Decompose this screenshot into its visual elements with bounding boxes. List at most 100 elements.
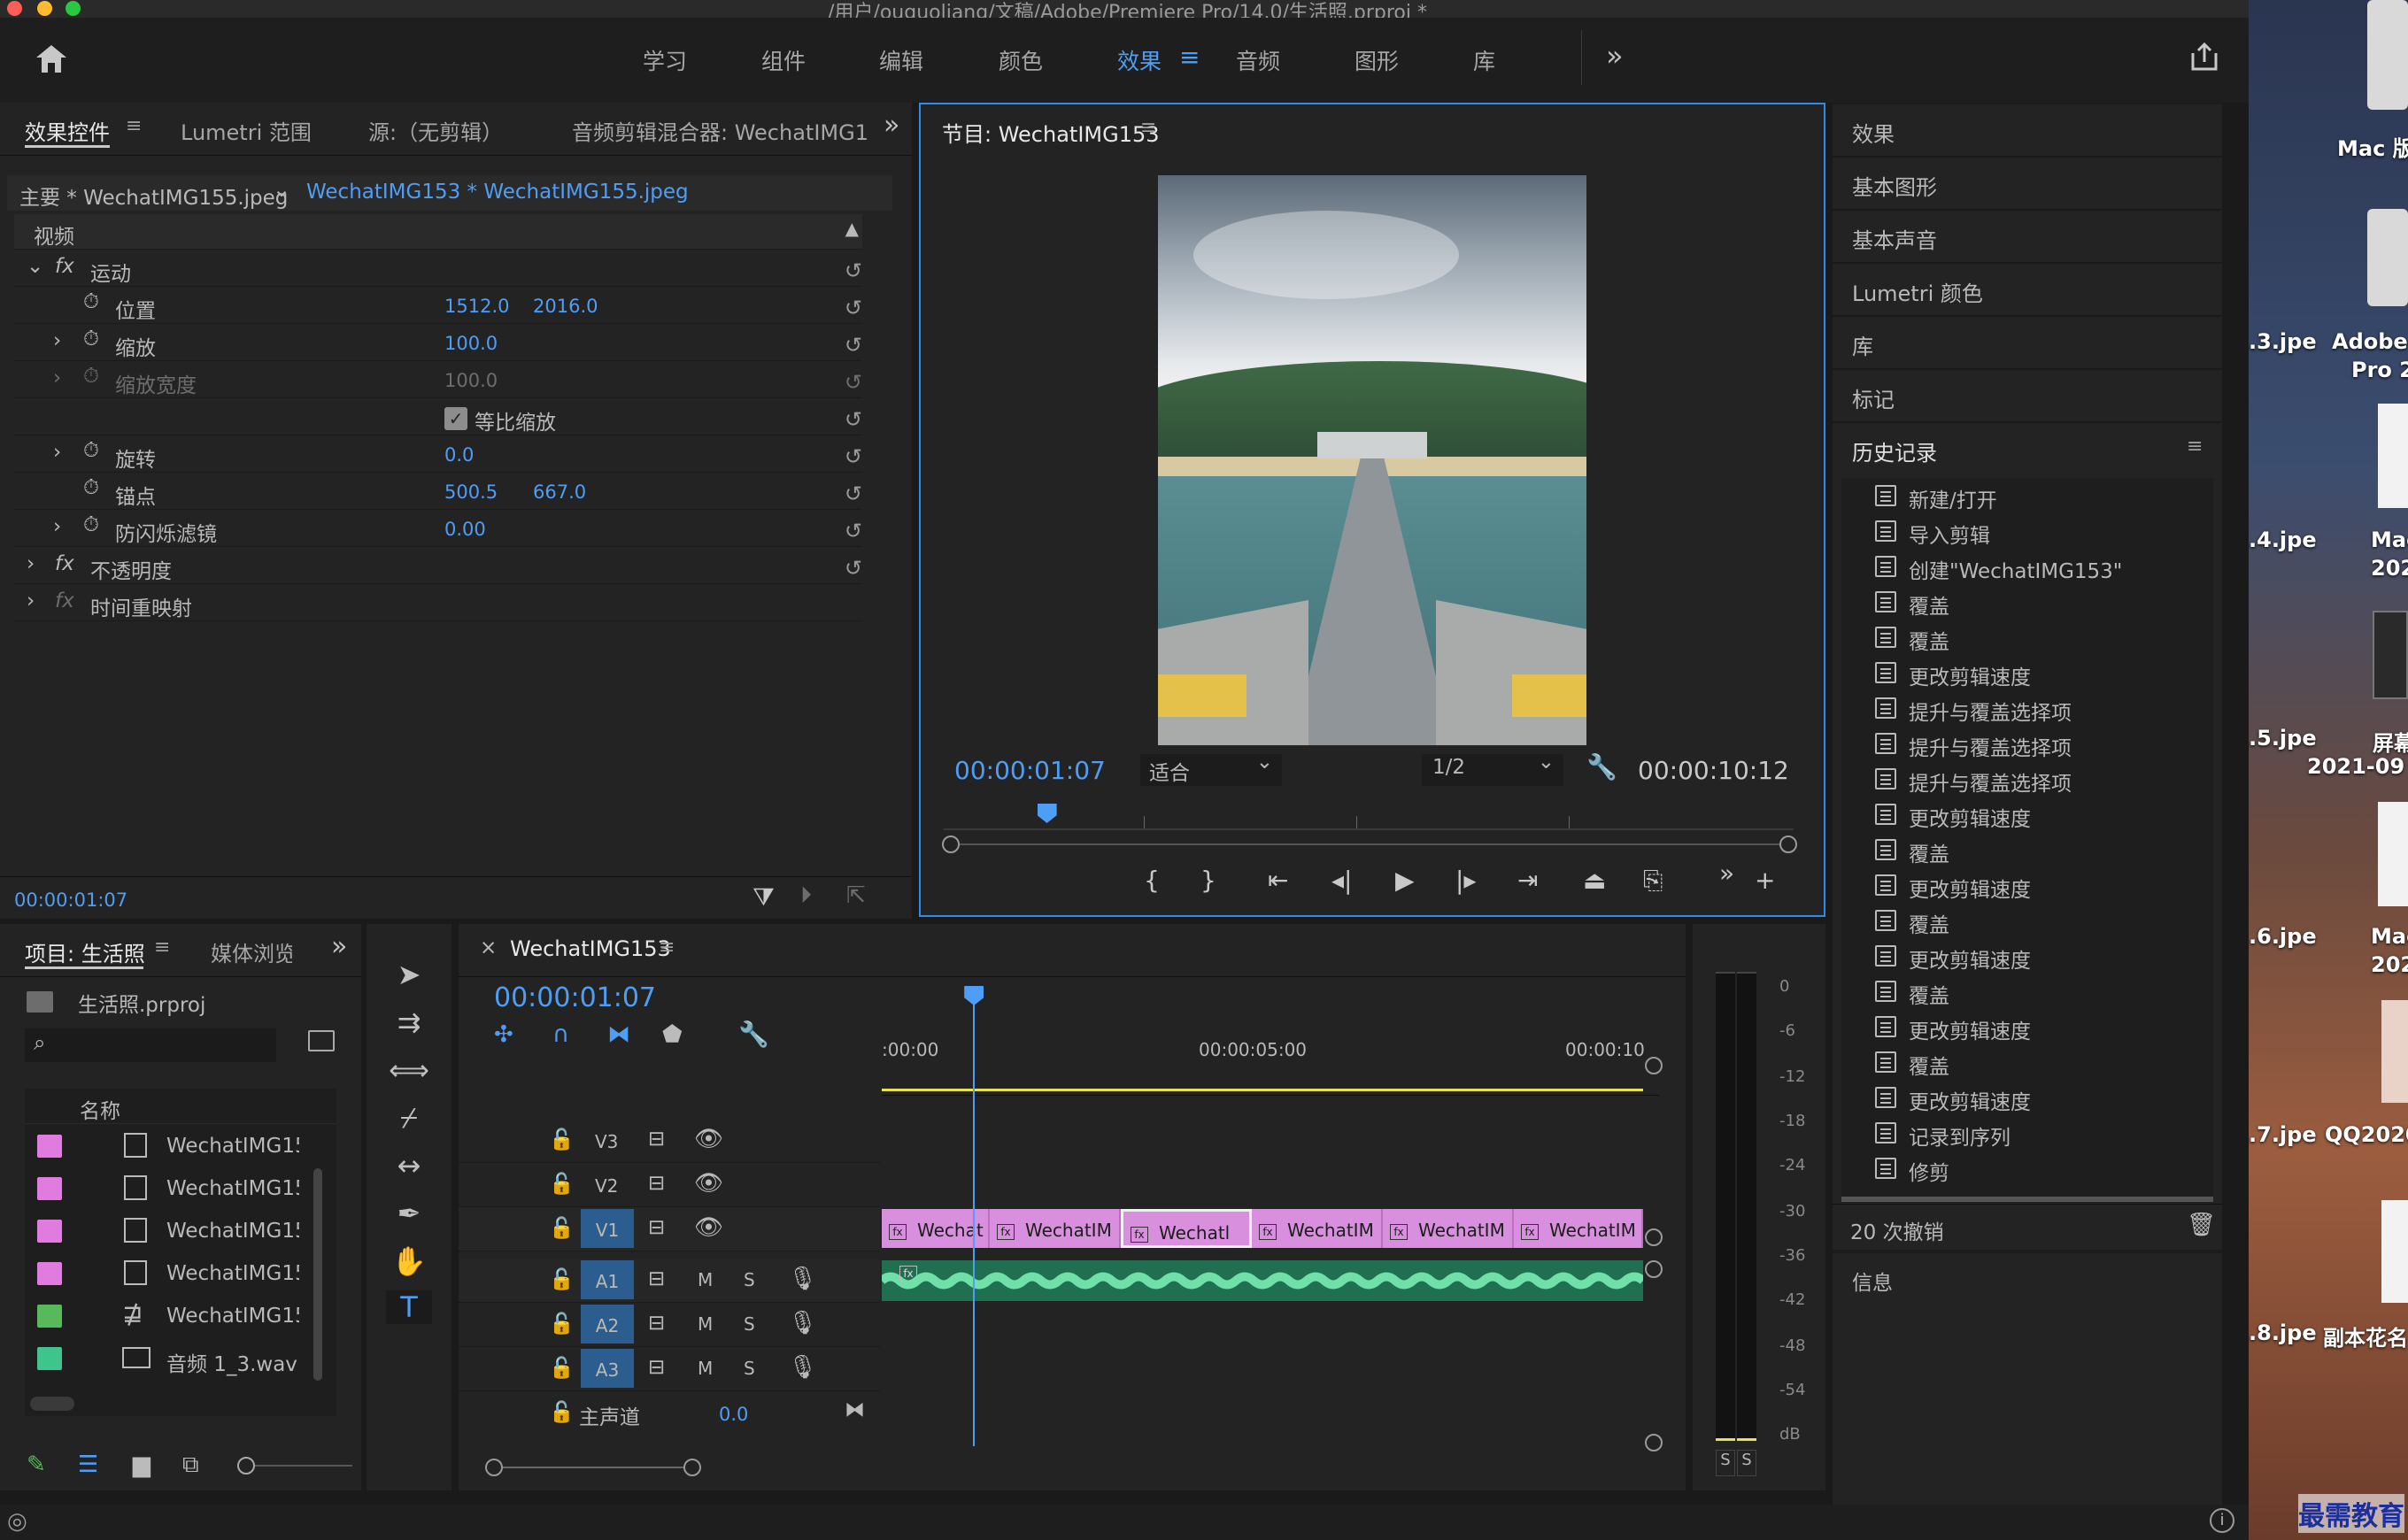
export-icon[interactable]: ⇱ [846,882,866,909]
uniform-scale-checkbox[interactable]: ✓ [444,407,467,430]
video-clip[interactable]: fx WechatIM [1383,1209,1514,1248]
track-scroll-handle[interactable] [1645,1057,1663,1074]
project-item[interactable]: WechatIMG158.jpeg [25,1251,336,1294]
panel-more-icon[interactable]: » [884,110,899,141]
razor-tool-icon[interactable]: ⌿ [386,1101,432,1136]
tab-source[interactable]: 源:（无剪辑） [368,115,503,146]
column-name-header[interactable]: 名称 [80,1094,120,1124]
zoom-window-button[interactable] [66,1,81,16]
rotation-value[interactable]: 0.0 [444,444,474,466]
effect-controls-menu-icon[interactable]: ≡ [126,115,142,137]
history-item[interactable]: 更改剪辑速度 [1841,1009,2213,1044]
track-select-tool-icon[interactable]: ⇉ [386,1005,432,1039]
desktop-label[interactable]: 202 [2371,556,2408,581]
solo-right-button[interactable]: S [1737,1450,1756,1476]
anchor-x-value[interactable]: 500.5 [444,481,498,503]
lock-icon[interactable]: 🔓 [549,1312,575,1336]
tab-effect-controls[interactable]: 效果控件 [25,115,110,146]
expand-chevron-icon[interactable]: ⌄ [27,255,43,278]
desktop-label[interactable]: 202 [2371,952,2408,977]
scale-value[interactable]: 100.0 [444,333,498,354]
program-ruler[interactable] [944,804,1794,830]
desktop-label[interactable]: 屏幕 [2373,726,2408,757]
eye-icon[interactable]: 👁 [694,1126,723,1152]
pen-tool-icon[interactable]: ✒ [386,1197,432,1230]
tab-sequence[interactable]: WechatIMG153 [510,936,671,961]
workspace-more-icon[interactable]: » [1606,39,1624,73]
program-timecode[interactable]: 00:00:01:07 [954,756,1106,785]
history-item[interactable]: 更改剪辑速度 [1841,797,2213,832]
reset-icon[interactable]: ↺ [845,556,862,581]
program-video-frame[interactable] [1158,175,1586,745]
essential-graphics-link[interactable]: 基本图形 [1833,158,2222,211]
desktop-label[interactable]: .3.jpe [2249,329,2317,354]
track-name[interactable]: A3 [581,1349,634,1388]
timeline-menu-icon[interactable]: ≡ [659,936,675,959]
history-item[interactable]: 覆盖 [1841,903,2213,938]
mark-in-icon[interactable]: { [1144,866,1160,895]
drive-icon[interactable] [2367,209,2408,306]
hand-tool-icon[interactable]: ✋ [386,1244,432,1278]
info-circle-icon[interactable]: i [2210,1508,2234,1533]
mute-button[interactable]: M [698,1269,713,1290]
timeline-settings-icon[interactable]: 🔧 [738,1020,769,1049]
minimize-window-button[interactable] [37,1,52,16]
workspace-tab-audio[interactable]: 音频 [1236,44,1280,76]
solo-button[interactable]: S [744,1313,755,1335]
history-item[interactable]: 创建"WechatIMG153" [1841,549,2213,584]
history-item[interactable]: 修剪 [1841,1151,2213,1186]
go-to-out-icon[interactable]: ⇥ [1517,866,1538,895]
eye-icon[interactable]: 👁 [694,1214,723,1241]
master-volume-value[interactable]: 0.0 [719,1404,748,1425]
mark-out-icon[interactable]: } [1200,866,1216,895]
desktop-label[interactable]: Mac [2371,527,2408,552]
new-bin-icon[interactable] [308,1030,335,1051]
mute-button[interactable]: M [698,1358,713,1379]
desktop-label[interactable]: Pro 2 [2351,358,2408,382]
desktop-label[interactable]: QQ2020 [2325,1122,2408,1147]
desktop-label[interactable]: .7.jpe [2249,1122,2317,1147]
linked-selection-icon[interactable]: ⧓ [607,1021,630,1048]
history-item[interactable]: 新建/打开 [1841,478,2213,513]
opacity-row[interactable]: › fx 不透明度 ↺ [14,549,862,584]
workspace-tab-libraries[interactable]: 库 [1473,44,1495,76]
workspace-menu-icon[interactable]: ≡ [1179,42,1200,72]
desktop-label[interactable]: .4.jpe [2249,527,2317,552]
motion-row[interactable]: ⌄ fx 运动 ↺ [14,251,862,287]
tab-media-browser[interactable]: 媒体浏览 [211,936,292,967]
history-item[interactable]: 提升与覆盖选择项 [1841,690,2213,726]
sync-lock-icon[interactable]: ⊟ [648,1312,665,1335]
workspace-tab-effects[interactable]: 效果 [1117,44,1162,76]
freeform-view-icon[interactable]: ⧉ [182,1451,199,1479]
video-clip[interactable]: fx WechatIM [1252,1209,1383,1248]
desktop-label[interactable]: Mac 版 [2337,131,2408,162]
history-item[interactable]: 提升与覆盖选择项 [1841,726,2213,761]
essential-sound-link[interactable]: 基本声音 [1833,211,2222,264]
type-tool-icon[interactable]: T [386,1290,432,1324]
desktop-label[interactable]: 2021-09 [2307,754,2404,779]
reset-icon[interactable]: ↺ [845,444,862,469]
step-back-icon[interactable]: ◂| [1331,866,1353,895]
play-icon[interactable]: ▶ [1395,866,1415,895]
icon-view-icon[interactable]: ▆ [133,1451,150,1478]
video-clip-selected[interactable]: fx Wechatl [1121,1209,1252,1248]
horizontal-scrollbar[interactable] [30,1397,74,1411]
file-thumbnail[interactable] [2381,1000,2408,1103]
selection-tool-icon[interactable]: ➤ [386,958,432,991]
fit-dropdown[interactable]: 适合 ⌄ [1140,751,1282,786]
sequence-clip-label[interactable]: WechatIMG153 * WechatIMG155.jpeg [306,181,689,204]
desktop-label[interactable]: Mac [2371,924,2408,949]
expand-chevron-icon[interactable]: › [53,329,61,352]
project-item[interactable]: WechatIMG156.jpeg [25,1167,336,1209]
expand-chevron-icon[interactable]: › [53,515,61,538]
project-item[interactable]: WechatIMG155.jpeg [25,1124,336,1167]
track-name[interactable]: V2 [595,1175,618,1197]
project-menu-icon[interactable]: ≡ [154,936,170,959]
desktop-label[interactable]: .5.jpe [2249,726,2317,751]
pencil-icon[interactable]: ✎ [27,1451,46,1478]
close-window-button[interactable] [7,1,22,16]
lock-icon[interactable]: 🔓 [549,1267,575,1291]
sync-lock-icon[interactable]: ⊟ [648,1356,665,1379]
history-item[interactable]: 更改剪辑速度 [1841,938,2213,974]
collapse-up-icon[interactable]: ▲ [845,218,859,239]
